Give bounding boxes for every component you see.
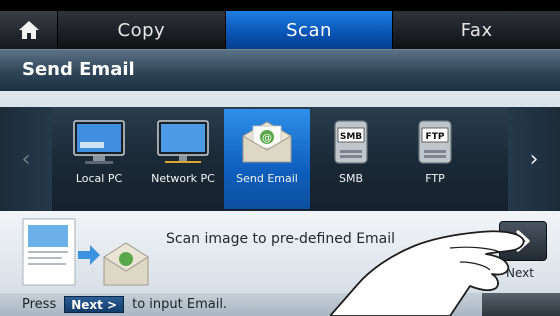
- top-tab-bar: Copy Scan Fax: [0, 11, 560, 49]
- status-prefix: Press: [22, 297, 57, 312]
- option-label: Send Email: [236, 172, 298, 185]
- option-label: Local PC: [75, 172, 123, 185]
- option-ftp[interactable]: FTP FTP: [398, 109, 472, 209]
- option-network-pc[interactable]: Network PC: [146, 109, 220, 209]
- status-suffix: to input Email.: [132, 297, 228, 312]
- page-title: Send Email: [22, 59, 135, 80]
- tab-scan[interactable]: Scan: [225, 11, 394, 49]
- tab-copy[interactable]: Copy: [58, 11, 226, 49]
- option-smb[interactable]: SMB SMB: [314, 109, 388, 209]
- email-envelope-icon: @: [242, 121, 292, 163]
- scroll-left-button[interactable]: ‹: [0, 107, 52, 211]
- scan-to-email-illustration-icon: [22, 218, 149, 286]
- smb-drive-icon: SMB: [334, 120, 368, 164]
- monitor-icon: [73, 120, 125, 164]
- scroll-right-button[interactable]: ›: [508, 107, 560, 211]
- svg-text:FTP: FTP: [426, 132, 445, 142]
- option-local-pc[interactable]: Local PC: [62, 109, 136, 209]
- option-send-email[interactable]: @ Send Email: [224, 109, 310, 209]
- svg-text:SMB: SMB: [340, 132, 362, 142]
- status-key-badge: Next >: [64, 296, 125, 313]
- network-monitor-icon: [157, 120, 209, 163]
- home-button[interactable]: [0, 11, 58, 49]
- pointing-hand-icon: [330, 230, 525, 316]
- svg-text:@: @: [262, 133, 272, 144]
- chevron-left-icon: ‹: [21, 146, 31, 172]
- screen-header: Send Email: [0, 49, 560, 91]
- option-label: SMB: [338, 172, 364, 185]
- option-label: FTP: [425, 172, 445, 185]
- scan-destination-list: Local PC Network PC @ Send Email SMB SMB…: [62, 109, 482, 209]
- home-icon: [18, 21, 39, 39]
- ftp-drive-icon: FTP: [418, 120, 452, 164]
- tab-fax[interactable]: Fax: [393, 11, 560, 49]
- chevron-right-icon: ›: [529, 146, 539, 172]
- option-label: Network PC: [151, 172, 215, 185]
